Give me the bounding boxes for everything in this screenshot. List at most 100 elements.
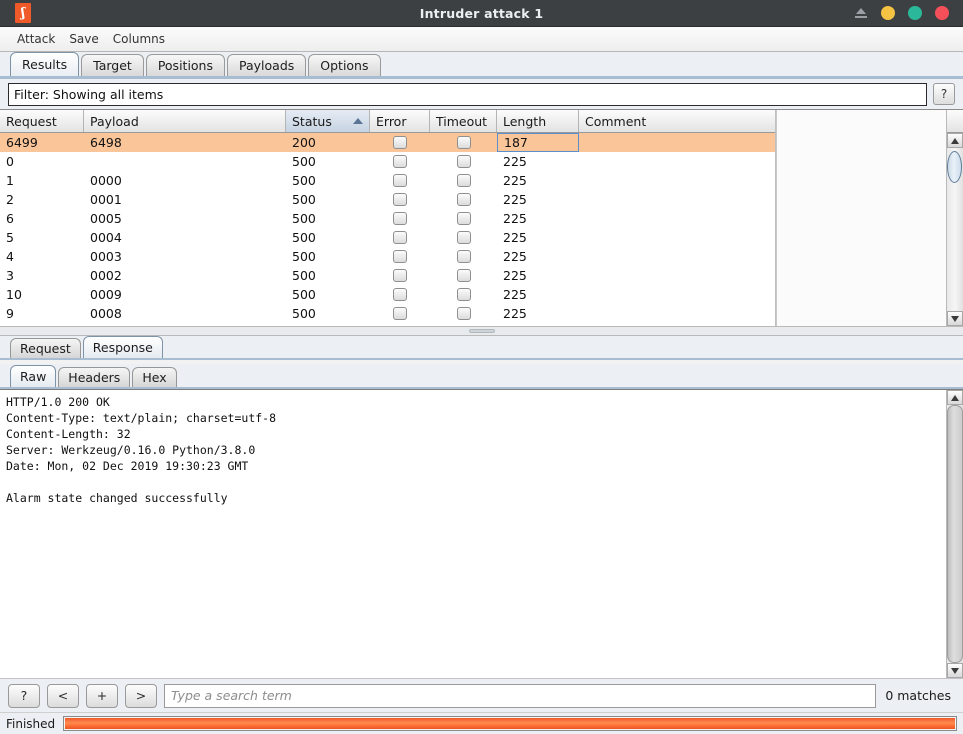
table-row[interactable]: 6499 6498 200 187 (0, 133, 775, 152)
table-row[interactable]: 10 0009 500 225 (0, 285, 775, 304)
search-help-button[interactable]: ? (8, 683, 40, 708)
cell-error[interactable] (370, 133, 430, 152)
table-row[interactable]: 4 0003 500 225 (0, 247, 775, 266)
timeout-checkbox[interactable] (456, 136, 471, 149)
tab-payloads[interactable]: Payloads (227, 54, 307, 76)
cell-timeout[interactable] (430, 285, 497, 304)
column-header-comment[interactable]: Comment (579, 110, 775, 132)
results-vertical-scrollbar[interactable] (946, 110, 963, 326)
timeout-checkbox[interactable] (456, 307, 471, 320)
response-scroll-down-button[interactable] (947, 663, 963, 678)
search-next-button[interactable]: > (125, 683, 157, 708)
table-row[interactable]: 3 0002 500 225 (0, 266, 775, 285)
menu-item-columns[interactable]: Columns (106, 29, 172, 49)
column-header-status[interactable]: Status (286, 110, 370, 132)
cell-error[interactable] (370, 171, 430, 190)
cell-error[interactable] (370, 228, 430, 247)
filter-input[interactable]: Filter: Showing all items (8, 82, 927, 106)
cell-timeout[interactable] (430, 152, 497, 171)
error-checkbox[interactable] (393, 193, 407, 206)
cell-error[interactable] (370, 285, 430, 304)
tab-raw[interactable]: Raw (10, 365, 57, 387)
column-header-error[interactable]: Error (370, 110, 430, 132)
cell-timeout[interactable] (430, 209, 497, 228)
search-input[interactable]: Type a search term (164, 683, 877, 708)
timeout-checkbox[interactable] (456, 212, 471, 225)
tab-request[interactable]: Request (10, 338, 81, 358)
column-header-request[interactable]: Request (0, 110, 84, 132)
tab-response[interactable]: Response (82, 336, 163, 358)
results-scroll-thumb[interactable] (947, 151, 962, 183)
tab-headers[interactable]: Headers (58, 367, 131, 387)
table-row[interactable]: 0 500 225 (0, 152, 775, 171)
cell-error[interactable] (370, 152, 430, 171)
cell-timeout[interactable] (430, 304, 497, 323)
tab-target[interactable]: Target (81, 54, 144, 76)
table-row[interactable]: 1 0000 500 225 (0, 171, 775, 190)
tab-hex[interactable]: Hex (132, 367, 177, 387)
error-checkbox[interactable] (393, 250, 407, 263)
table-row[interactable]: 6 0005 500 225 (0, 209, 775, 228)
cell-comment (579, 247, 775, 266)
response-vertical-scrollbar[interactable] (946, 390, 963, 678)
error-checkbox[interactable] (393, 174, 407, 187)
cell-timeout[interactable] (430, 266, 497, 285)
close-icon[interactable] (935, 6, 949, 20)
splitter-grip[interactable] (468, 329, 495, 333)
column-header-timeout[interactable]: Timeout (430, 110, 497, 132)
cell-error[interactable] (370, 209, 430, 228)
cell-length: 225 (503, 306, 527, 321)
table-row[interactable]: 9 0008 500 225 (0, 304, 775, 323)
search-previous-button[interactable]: < (47, 683, 79, 708)
timeout-checkbox[interactable] (456, 193, 471, 206)
response-body-text[interactable]: HTTP/1.0 200 OK Content-Type: text/plain… (0, 390, 946, 678)
cell-error[interactable] (370, 304, 430, 323)
filter-help-button[interactable]: ? (933, 83, 955, 105)
timeout-checkbox[interactable] (456, 269, 471, 282)
timeout-checkbox[interactable] (456, 155, 471, 168)
response-scroll-track[interactable] (947, 405, 963, 663)
table-row[interactable]: 5 0004 500 225 (0, 228, 775, 247)
tab-results[interactable]: Results (10, 52, 80, 76)
results-scroll-track[interactable] (947, 148, 963, 311)
timeout-checkbox[interactable] (456, 174, 471, 187)
menu-item-save[interactable]: Save (62, 29, 105, 49)
timeout-checkbox[interactable] (456, 231, 471, 244)
error-checkbox[interactable] (393, 307, 407, 320)
column-header-length[interactable]: Length (497, 110, 579, 132)
response-scroll-up-button[interactable] (947, 390, 963, 405)
panel-splitter[interactable] (0, 326, 963, 336)
window-shade-icon[interactable] (854, 6, 868, 20)
error-checkbox[interactable] (393, 288, 407, 301)
maximize-icon[interactable] (908, 6, 922, 20)
error-checkbox[interactable] (393, 231, 407, 244)
search-add-button[interactable]: + (86, 683, 118, 708)
message-tabstrip: Request Response (0, 336, 963, 360)
scroll-down-button[interactable] (947, 311, 963, 326)
tab-positions[interactable]: Positions (145, 54, 225, 76)
cell-error[interactable] (370, 247, 430, 266)
view-tabstrip: Raw Headers Hex (0, 364, 963, 389)
cell-timeout[interactable] (430, 228, 497, 247)
cell-error[interactable] (370, 266, 430, 285)
minimize-icon[interactable] (881, 6, 895, 20)
error-checkbox[interactable] (393, 136, 407, 149)
cell-timeout[interactable] (430, 247, 497, 266)
error-checkbox[interactable] (393, 269, 407, 282)
response-scroll-thumb[interactable] (947, 405, 963, 663)
cell-timeout[interactable] (430, 171, 497, 190)
menu-item-attack[interactable]: Attack (10, 29, 62, 49)
column-header-payload[interactable]: Payload (84, 110, 286, 132)
error-checkbox[interactable] (393, 212, 407, 225)
cell-comment (579, 133, 775, 152)
timeout-checkbox[interactable] (456, 288, 471, 301)
timeout-checkbox[interactable] (456, 250, 471, 263)
cell-timeout[interactable] (430, 190, 497, 209)
cell-error[interactable] (370, 190, 430, 209)
cell-timeout[interactable] (430, 133, 497, 152)
cell-payload: 0005 (90, 211, 122, 226)
error-checkbox[interactable] (393, 155, 407, 168)
tab-options[interactable]: Options (308, 54, 381, 76)
table-row[interactable]: 2 0001 500 225 (0, 190, 775, 209)
scroll-up-button[interactable] (947, 133, 963, 148)
